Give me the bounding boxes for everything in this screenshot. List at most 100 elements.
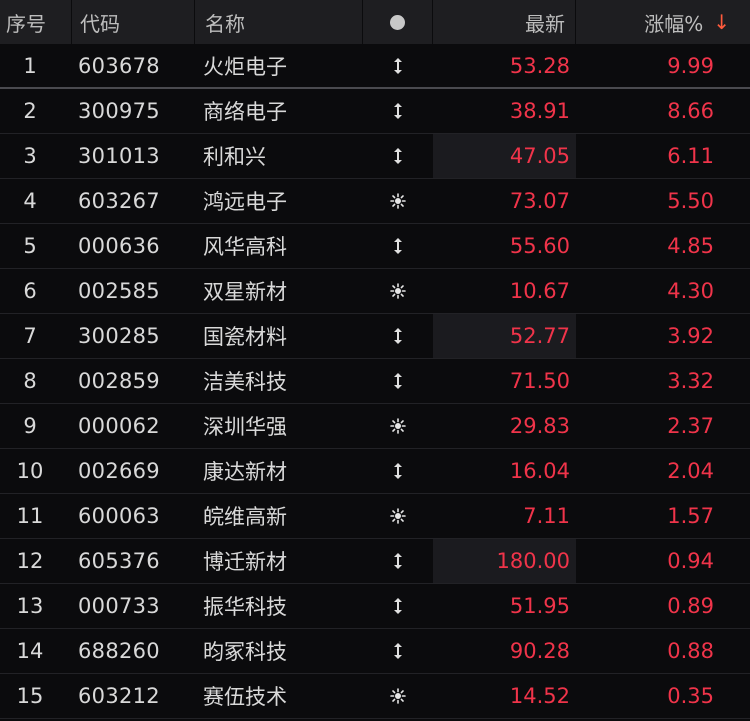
row-name: 康达新材 xyxy=(203,460,287,484)
row-name: 商络电子 xyxy=(203,100,287,124)
row-last-price: 53.28 xyxy=(509,53,570,78)
row-change-pct: 5.50 xyxy=(667,189,714,213)
column-header-seq-label: 序号 xyxy=(6,11,46,36)
table-row[interactable]: 13 000733 振华科技 51.95 0.89 xyxy=(0,584,750,629)
table-row[interactable]: 5 000636 风华高科 55.60 4.85 xyxy=(0,224,750,269)
row-seq: 11 xyxy=(16,504,44,528)
row-change-pct: 0.94 xyxy=(667,549,714,573)
row-last-price: 10.67 xyxy=(509,279,570,303)
row-seq: 14 xyxy=(16,639,44,663)
row-last-price: 51.95 xyxy=(509,594,570,618)
table-row[interactable]: 14 688260 昀冢科技 90.28 0.88 xyxy=(0,629,750,674)
row-status xyxy=(363,584,433,628)
sort-desc-arrow-icon[interactable]: ↓ xyxy=(713,10,730,34)
column-header-seq[interactable]: 序号 xyxy=(0,0,72,44)
table-row[interactable]: 1 603678 火炬电子 53.28 9.99 xyxy=(0,44,750,89)
row-change-pct: 4.85 xyxy=(667,234,714,258)
row-code: 300975 xyxy=(78,99,160,123)
row-code: 605376 xyxy=(78,549,160,573)
row-change-pct: 3.32 xyxy=(667,369,714,393)
row-change-pct: 1.57 xyxy=(667,504,714,528)
table-header: 序号 代码 名称 最新 涨幅% ↓ xyxy=(0,0,750,44)
table-row[interactable]: 6 002585 双星新材 10.67 4.30 xyxy=(0,269,750,314)
row-last-price: 90.28 xyxy=(509,639,570,663)
column-header-code[interactable]: 代码 xyxy=(72,0,195,44)
table-row[interactable]: 4 603267 鸿远电子 73.07 5.50 xyxy=(0,179,750,224)
column-header-pct-label: 涨幅% xyxy=(644,11,704,36)
table-row[interactable]: 8 002859 洁美科技 71.50 3.32 xyxy=(0,359,750,404)
table-row[interactable]: 11 600063 皖维高新 7.11 1.57 xyxy=(0,494,750,539)
table-body: 1 603678 火炬电子 53.28 9.99 2 300975 商络电子 38.91 8.66… xyxy=(0,44,750,719)
table-row[interactable]: 9 000062 深圳华强 29.83 2.37 xyxy=(0,404,750,449)
row-seq: 10 xyxy=(16,459,44,483)
row-name: 火炬电子 xyxy=(203,54,287,79)
row-code: 603678 xyxy=(78,53,160,78)
row-code: 002585 xyxy=(78,279,160,303)
row-status xyxy=(363,224,433,268)
updown-icon xyxy=(393,58,403,74)
row-change-pct: 8.66 xyxy=(667,99,714,123)
row-seq: 1 xyxy=(23,53,37,78)
row-code: 600063 xyxy=(78,504,160,528)
table-row[interactable]: 3 301013 利和兴 47.05 6.11 xyxy=(0,134,750,179)
updown-icon xyxy=(393,553,403,569)
updown-icon xyxy=(393,463,403,479)
row-name: 赛伍技术 xyxy=(203,685,287,709)
column-header-name-label: 名称 xyxy=(205,11,245,36)
row-code: 000733 xyxy=(78,594,160,618)
row-last-price: 29.83 xyxy=(509,414,570,438)
row-code: 002669 xyxy=(78,459,160,483)
row-last-price: 71.50 xyxy=(509,369,570,393)
updown-icon xyxy=(393,238,403,254)
row-code: 000636 xyxy=(78,234,160,258)
column-header-last-label: 最新 xyxy=(525,11,565,36)
row-status xyxy=(363,674,433,718)
updown-icon xyxy=(393,643,403,659)
column-header-name[interactable]: 名称 xyxy=(195,0,363,44)
column-header-code-label: 代码 xyxy=(80,11,120,36)
row-code: 002859 xyxy=(78,369,160,393)
column-header-last[interactable]: 最新 xyxy=(433,0,576,44)
row-status xyxy=(363,269,433,313)
row-seq: 5 xyxy=(23,234,37,258)
row-status xyxy=(363,44,433,87)
table-row[interactable]: 7 300285 国瓷材料 52.77 3.92 xyxy=(0,314,750,359)
row-last-price: 38.91 xyxy=(509,99,570,123)
row-seq: 13 xyxy=(16,594,44,618)
row-name: 博迁新材 xyxy=(203,550,287,574)
row-name: 皖维高新 xyxy=(203,505,287,529)
stock-ranking-table: 序号 代码 名称 最新 涨幅% ↓ 1 603678 火炬电子 53.28 9.99 2 3… xyxy=(0,0,750,721)
row-code: 603267 xyxy=(78,189,160,213)
row-status xyxy=(363,629,433,673)
table-row[interactable]: 15 603212 赛伍技术 14.52 0.35 xyxy=(0,674,750,719)
row-name: 双星新材 xyxy=(203,280,287,304)
row-seq: 3 xyxy=(23,144,37,168)
row-last-price: 180.00 xyxy=(433,539,576,583)
row-change-pct: 2.37 xyxy=(667,414,714,438)
row-change-pct: 2.04 xyxy=(667,459,714,483)
table-row[interactable]: 2 300975 商络电子 38.91 8.66 xyxy=(0,89,750,134)
row-seq: 15 xyxy=(16,684,44,708)
row-seq: 7 xyxy=(23,324,37,348)
row-seq: 2 xyxy=(23,99,37,123)
row-change-pct: 3.92 xyxy=(667,324,714,348)
column-header-pct[interactable]: 涨幅% ↓ xyxy=(576,0,750,44)
row-last-price: 14.52 xyxy=(509,684,570,708)
row-status xyxy=(363,179,433,223)
row-last-price: 73.07 xyxy=(509,189,570,213)
dot-icon xyxy=(390,14,405,30)
table-row[interactable]: 10 002669 康达新材 16.04 2.04 xyxy=(0,449,750,494)
row-change-pct: 0.88 xyxy=(667,639,714,663)
row-name: 振华科技 xyxy=(203,595,287,619)
updown-icon xyxy=(393,148,403,164)
row-seq: 9 xyxy=(23,414,37,438)
row-status xyxy=(363,539,433,583)
sun-icon xyxy=(390,688,406,704)
row-status xyxy=(363,134,433,178)
table-row[interactable]: 12 605376 博迁新材 180.00 0.94 xyxy=(0,539,750,584)
row-name: 国瓷材料 xyxy=(203,325,287,349)
row-name: 洁美科技 xyxy=(203,370,287,394)
row-change-pct: 6.11 xyxy=(667,144,714,168)
column-header-status[interactable] xyxy=(363,0,433,44)
row-seq: 8 xyxy=(23,369,37,393)
